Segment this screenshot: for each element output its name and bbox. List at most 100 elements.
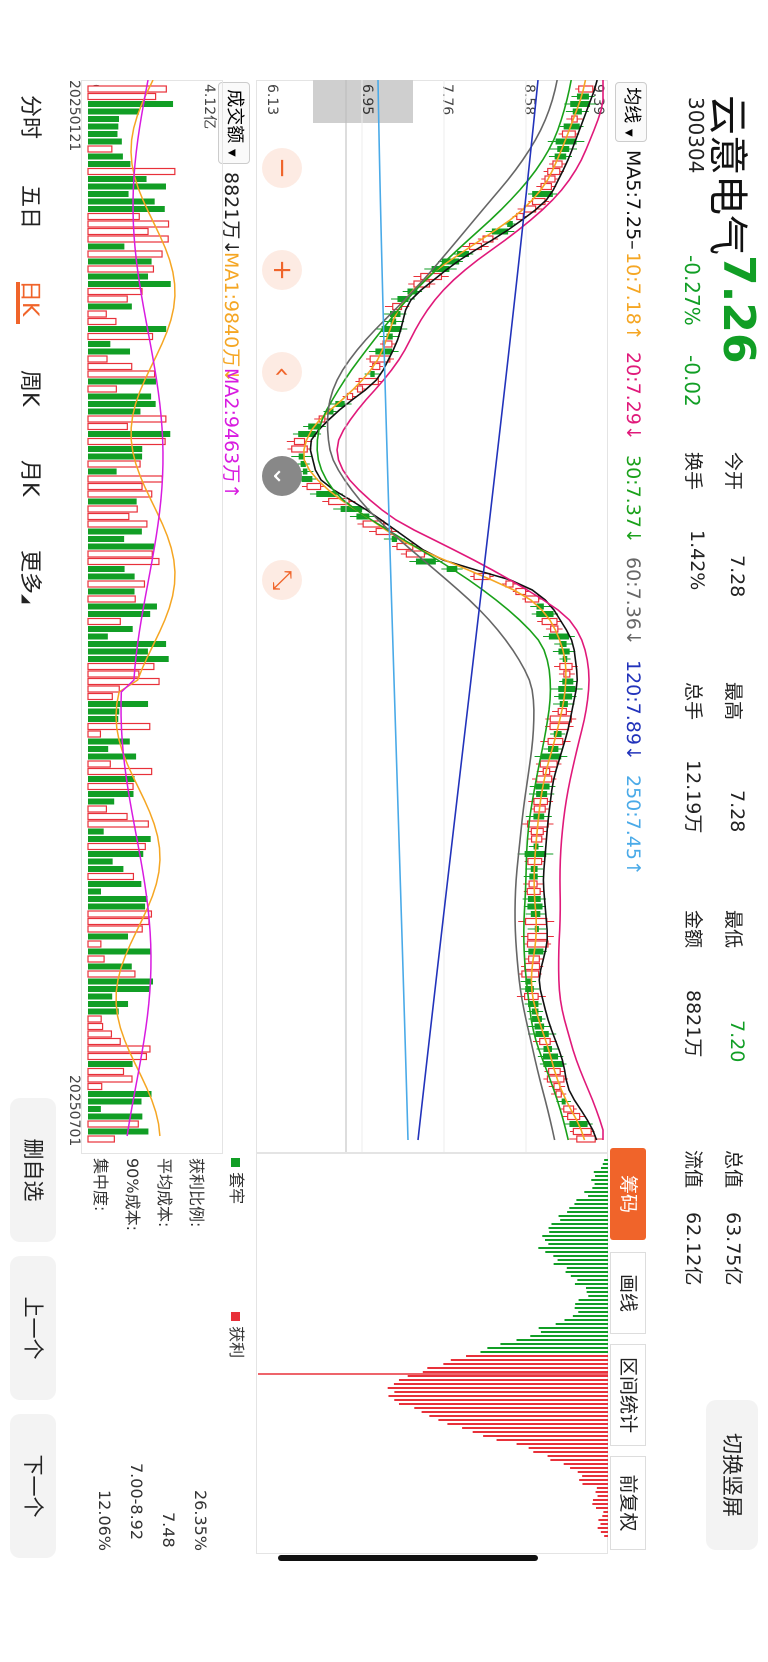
volume-bar-down xyxy=(88,1091,152,1097)
volume-bar-down xyxy=(88,281,171,287)
ma120-value: 120:7.89↓ xyxy=(622,660,644,761)
volume-bar-down xyxy=(88,446,143,452)
volume-bar-up xyxy=(87,760,111,768)
volume-bar-down xyxy=(88,536,125,542)
high-label: 最高 xyxy=(722,682,744,721)
indicator-select[interactable]: 均线 ▼ xyxy=(615,82,647,142)
candle-up xyxy=(576,1135,596,1143)
volume-bar-up xyxy=(87,167,176,176)
tab-draw-line[interactable]: 画线 xyxy=(610,1252,646,1334)
ma60-value: 60:7.36↓ xyxy=(622,557,644,646)
candle-up xyxy=(356,385,364,393)
tab-five-day[interactable]: 五日 xyxy=(16,185,48,229)
amount-label: 金额 xyxy=(682,910,704,949)
volume-bar-down xyxy=(87,716,119,722)
volume-chart[interactable] xyxy=(83,80,223,1152)
volume-bar-up xyxy=(87,820,149,828)
amount-value: 8821万 xyxy=(682,990,704,1058)
tab-monthly-k[interactable]: 月K xyxy=(16,460,48,496)
volume-bar-down xyxy=(88,881,142,887)
volume-bar-up xyxy=(87,1120,139,1128)
candle-down xyxy=(301,476,313,482)
volume-bar-up xyxy=(87,460,141,468)
open-value: 7.28 xyxy=(726,555,748,598)
volume-bar-up xyxy=(87,235,169,243)
volume-bar-up xyxy=(87,482,143,491)
scroll-left-button[interactable]: ‹ xyxy=(262,352,302,392)
tab-forward-adjust[interactable]: 前复权 xyxy=(610,1456,646,1550)
volume-bar-up xyxy=(87,250,163,258)
tab-daily-k[interactable]: 日K xyxy=(16,280,48,316)
volume-bar-up xyxy=(87,617,121,626)
volume-bar-down xyxy=(88,776,135,782)
ma250-value: 250:7.45↑ xyxy=(622,775,644,876)
zoom-out-button[interactable]: − xyxy=(262,148,302,188)
volume-value: 12.19万 xyxy=(682,760,704,834)
candle-down xyxy=(534,1023,545,1030)
tab-range-stats[interactable]: 区间统计 xyxy=(610,1344,646,1446)
volume-bar-up xyxy=(87,595,136,603)
volume-bar-down xyxy=(88,116,119,122)
volume-bar-down xyxy=(88,633,108,640)
chip-stat-value: 12.06% xyxy=(95,1490,114,1552)
volume-bar-down xyxy=(88,888,102,895)
volume-bar-up xyxy=(87,925,143,933)
next-stock-button[interactable]: 下一个 xyxy=(10,1414,56,1558)
volume-bar-up xyxy=(87,475,163,483)
volume-bar-down xyxy=(88,948,152,955)
switch-portrait-button[interactable]: 切换竖屏 xyxy=(706,1400,758,1550)
volume-bar-up xyxy=(87,415,167,423)
trapped-swatch xyxy=(231,1158,240,1167)
volume-bar-down xyxy=(88,1113,143,1120)
volume-bar-up xyxy=(87,730,102,738)
trapped-legend: 套牢 xyxy=(226,1158,250,1204)
volume-bar-down xyxy=(88,746,109,752)
tab-range-stats-label: 区间统计 xyxy=(617,1356,639,1433)
volume-bar-down xyxy=(88,431,171,437)
volume-bar-down xyxy=(87,798,115,805)
tab-weekly-k[interactable]: 周K xyxy=(16,370,48,406)
volume-bar-down xyxy=(87,866,124,872)
volume-bar-down xyxy=(88,341,111,347)
delete-watchlist-button[interactable]: 删自选 xyxy=(10,1098,56,1242)
volume-bar-up xyxy=(87,955,105,963)
volume-bar-down xyxy=(88,176,147,182)
candle-down xyxy=(302,468,308,475)
volume-bar-up xyxy=(87,1135,115,1143)
candlestick-chart[interactable] xyxy=(258,80,608,1152)
volume-bar-up xyxy=(87,805,108,813)
prev-stock-button[interactable]: 上一个 xyxy=(10,1256,56,1400)
volume-bar-down xyxy=(88,348,131,355)
volume-bar-down xyxy=(88,1061,133,1067)
chip-stat-label: 90%成本: xyxy=(123,1158,142,1231)
volume-bar-up xyxy=(87,782,134,791)
date-end: 20250701 xyxy=(66,1075,82,1147)
volume-bar-up xyxy=(87,842,146,851)
volume-bar-up xyxy=(87,422,128,431)
ma10-value: 10:7.18↑ xyxy=(622,252,644,341)
volume-bar-up xyxy=(87,145,113,153)
candle-up xyxy=(524,992,539,1001)
candle-up xyxy=(527,932,548,941)
volume-bar-up xyxy=(87,872,135,881)
low-label: 最低 xyxy=(722,910,744,949)
tab-chips[interactable]: 筹码 xyxy=(610,1148,646,1240)
volume-bar-down xyxy=(87,986,150,992)
chevron-down-icon[interactable]: ⌄ xyxy=(262,456,302,496)
volume-bar-up xyxy=(87,362,133,371)
candle-up xyxy=(578,85,594,93)
fullscreen-icon[interactable]: ⤡ xyxy=(262,560,302,600)
active-tab-indicator xyxy=(16,282,20,324)
volume-bar-up xyxy=(87,677,160,686)
tab-more[interactable]: 更多◢ xyxy=(16,550,48,603)
tab-minute[interactable]: 分时 xyxy=(16,95,48,139)
zoom-in-button[interactable]: + xyxy=(262,250,302,290)
volume-bar-down xyxy=(88,401,156,407)
volume-bar-down xyxy=(88,543,155,550)
volume-ma2: MA2:9463万↑ xyxy=(220,368,242,500)
volume-bar-up xyxy=(87,287,143,296)
volume-bar-up xyxy=(87,812,128,821)
volume-bar-up xyxy=(87,1052,148,1061)
candle-up xyxy=(293,437,306,446)
volume-bar-down xyxy=(88,1001,129,1007)
